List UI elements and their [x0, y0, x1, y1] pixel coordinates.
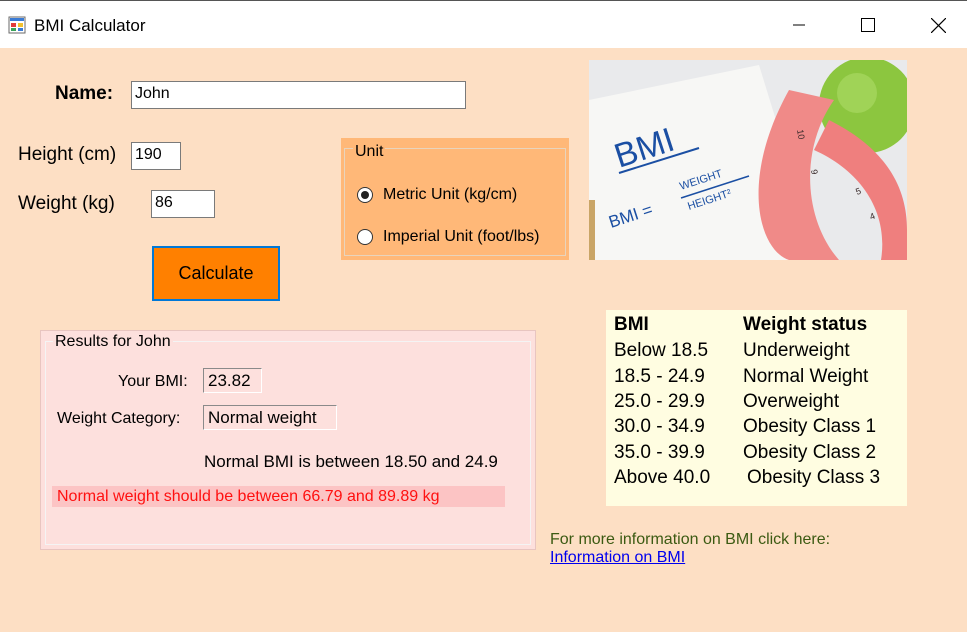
table-cell-bmi: Above 40.0	[614, 467, 711, 488]
close-icon	[930, 17, 946, 33]
table-cell-status: Obesity Class 2	[743, 442, 877, 463]
weight-category-value: Normal weight	[203, 405, 337, 430]
normal-bmi-range: Normal BMI is between 18.50 and 24.9	[204, 452, 498, 471]
minimize-button[interactable]	[776, 1, 822, 49]
table-cell-status: Underweight	[743, 340, 850, 361]
bmi-status-table: BMI Weight status Below 18.5 Underweight…	[606, 310, 907, 506]
table-cell-status: Obesity Class 1	[743, 416, 877, 437]
radio-checked-icon	[357, 187, 373, 203]
app-icon	[8, 16, 26, 34]
metric-unit-radio[interactable]: Metric Unit (kg/cm)	[357, 186, 517, 204]
height-input[interactable]: 190	[131, 142, 181, 170]
table-row: Below 18.5 Underweight	[614, 340, 850, 362]
maximize-button[interactable]	[845, 1, 891, 49]
maximize-icon	[861, 18, 875, 32]
title-bar: BMI Calculator	[0, 0, 967, 48]
table-cell-bmi: 35.0 - 39.9	[614, 442, 705, 463]
radio-unchecked-icon	[357, 229, 373, 245]
bmi-value: 23.82	[203, 368, 262, 393]
your-bmi-label: Your BMI:	[118, 373, 188, 390]
calculate-button[interactable]: Calculate	[152, 246, 280, 301]
bmi-illustration: 10 9 5 4 BMI BMI = WEIGHT HEIGHT²	[589, 60, 907, 260]
height-label: Height (cm)	[18, 144, 117, 165]
close-button[interactable]	[915, 1, 961, 49]
svg-text:10: 10	[795, 129, 807, 141]
table-cell-status: Obesity Class 3	[747, 467, 881, 488]
weight-category-label: Weight Category:	[57, 410, 181, 427]
window-title: BMI Calculator	[34, 16, 146, 35]
imperial-unit-radio[interactable]: Imperial Unit (foot/lbs)	[357, 228, 540, 246]
metric-unit-label: Metric Unit (kg/cm)	[383, 186, 518, 203]
table-row: Above 40.0 Obesity Class 3	[614, 467, 880, 489]
table-row: 18.5 - 24.9 Normal Weight	[614, 366, 868, 388]
table-cell-bmi: Below 18.5	[614, 340, 709, 361]
table-row: 25.0 - 29.9 Overweight	[614, 391, 839, 413]
name-input[interactable]: John	[131, 81, 466, 109]
table-row: 30.0 - 34.9 Obesity Class 1	[614, 416, 876, 438]
results-groupbox-border	[45, 341, 531, 545]
table-cell-bmi: 25.0 - 29.9	[614, 391, 705, 412]
info-text: For more information on BMI click here:	[550, 531, 831, 548]
table-cell-status: Overweight	[743, 391, 840, 412]
unit-groupbox: Unit Metric Unit (kg/cm) Imperial Unit (…	[341, 138, 569, 260]
results-groupbox: Results for John	[40, 330, 536, 550]
imperial-unit-label: Imperial Unit (foot/lbs)	[383, 228, 540, 245]
weight-label: Weight (kg)	[18, 193, 115, 214]
table-row: 35.0 - 39.9 Obesity Class 2	[614, 442, 876, 464]
minimize-icon	[793, 24, 805, 26]
name-label: Name:	[55, 83, 114, 104]
normal-weight-range: Normal weight should be between 66.79 an…	[52, 486, 505, 507]
bmi-calculator-window: BMI Calculator Name: John Height (cm) 19…	[0, 0, 967, 632]
table-header-status: Weight status	[743, 314, 868, 335]
bmi-photo: 10 9 5 4 BMI BMI = WEIGHT HEIGHT²	[589, 60, 907, 260]
table-header-bmi: BMI	[614, 314, 649, 335]
table-cell-status: Normal Weight	[743, 366, 869, 387]
results-title: Results for John	[53, 333, 173, 351]
table-header: BMI Weight status	[614, 314, 867, 336]
table-cell-bmi: 18.5 - 24.9	[614, 366, 705, 387]
info-link[interactable]: Information on BMI	[550, 549, 685, 567]
table-cell-bmi: 30.0 - 34.9	[614, 416, 705, 437]
weight-input[interactable]: 86	[151, 190, 215, 218]
unit-group-title: Unit	[353, 143, 386, 161]
